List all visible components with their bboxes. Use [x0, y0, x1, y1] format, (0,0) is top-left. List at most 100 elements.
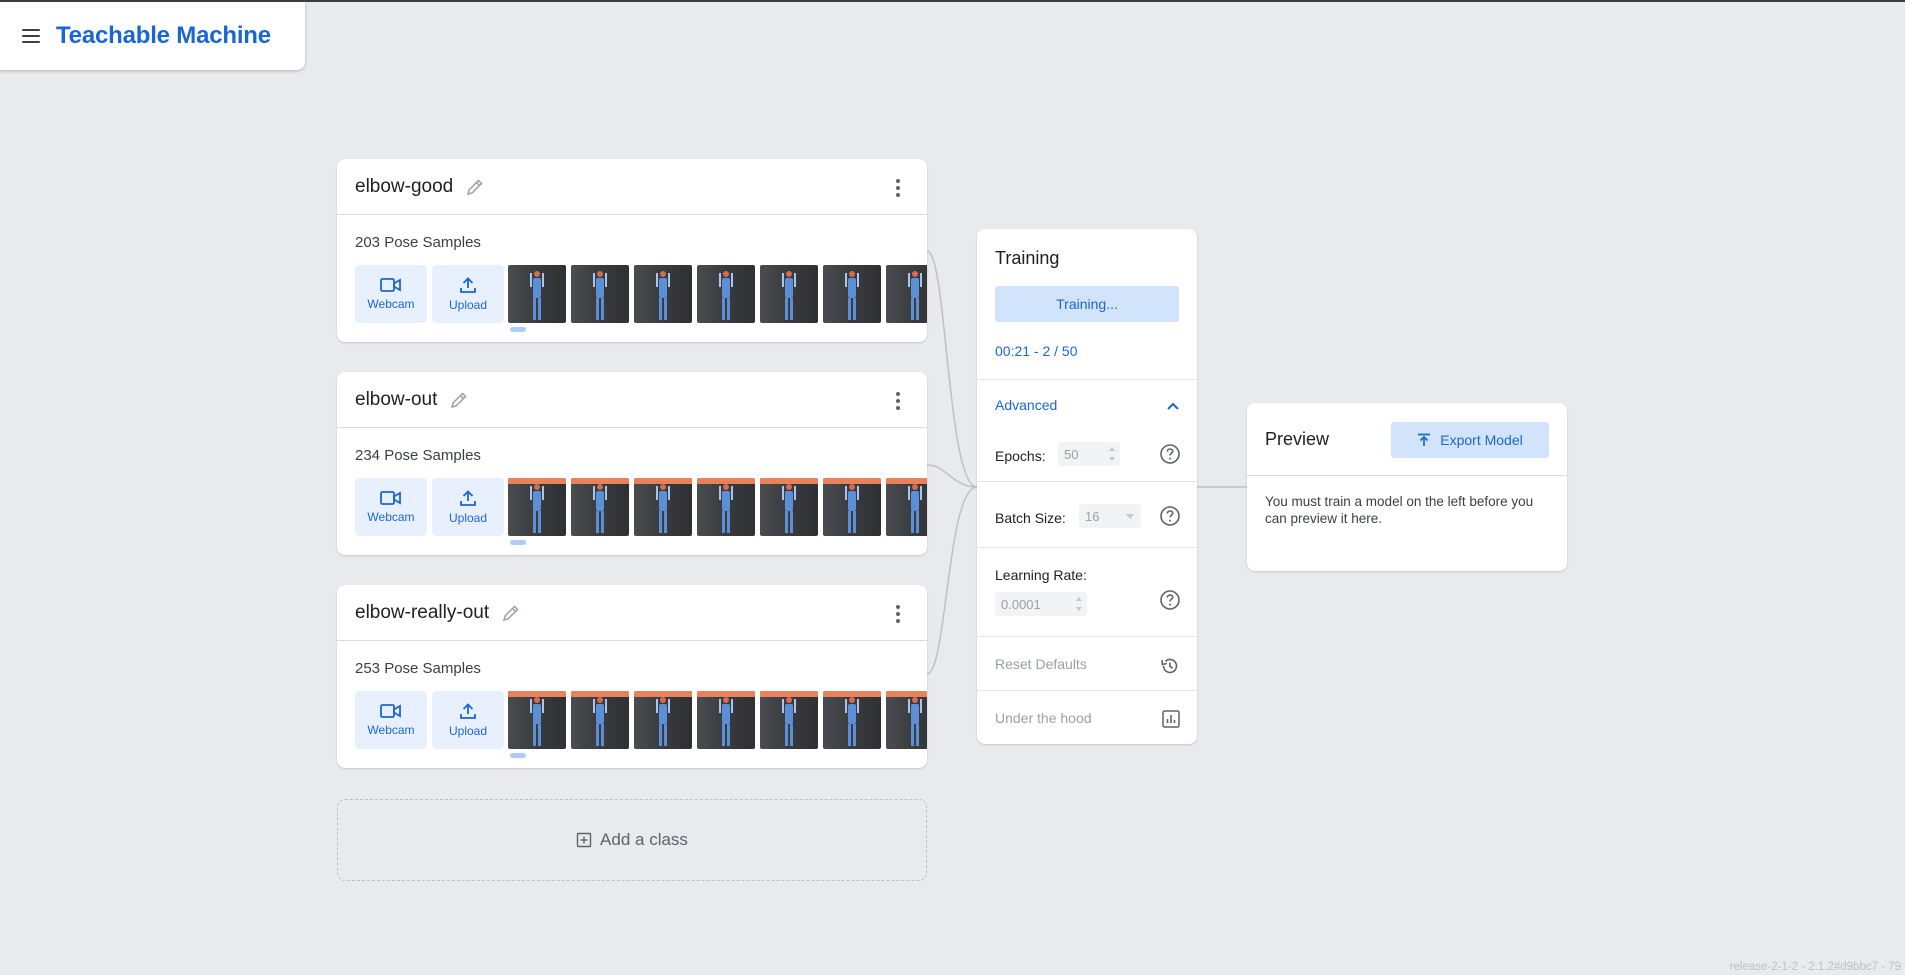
batch-size-value: 16	[1085, 508, 1100, 524]
edit-pencil-icon[interactable]	[465, 177, 485, 197]
pose-sample-thumbnail[interactable]	[823, 691, 881, 749]
pose-sample-thumbnail[interactable]	[634, 478, 692, 536]
class-name[interactable]: elbow-really-out	[355, 602, 489, 624]
learning-rate-help-icon[interactable]	[1159, 589, 1181, 611]
export-model-label: Export Model	[1440, 432, 1523, 448]
sample-count: 234 Pose Samples	[355, 447, 481, 464]
upload-button[interactable]: Upload	[432, 478, 504, 536]
batch-size-label: Batch Size:	[995, 510, 1066, 526]
divider	[977, 481, 1197, 482]
advanced-toggle[interactable]: Advanced	[995, 397, 1057, 413]
epochs-label: Epochs:	[995, 448, 1046, 464]
edit-pencil-icon[interactable]	[449, 390, 469, 410]
pose-sample-thumbnail[interactable]	[697, 478, 755, 536]
class-name[interactable]: elbow-good	[355, 176, 453, 198]
videocam-icon	[380, 278, 401, 292]
reset-defaults-button[interactable]: Reset Defaults	[995, 656, 1087, 672]
webcam-button[interactable]: Webcam	[355, 691, 427, 749]
class-card-header: elbow-really-out	[337, 585, 927, 641]
training-title: Training	[995, 248, 1060, 268]
webcam-label: Webcam	[367, 510, 415, 524]
edit-pencil-icon[interactable]	[501, 603, 521, 623]
more-options-icon[interactable]	[895, 605, 901, 623]
preview-message: You must train a model on the left befor…	[1265, 494, 1534, 526]
pose-sample-thumbnail[interactable]	[508, 478, 566, 536]
pose-figure-image	[844, 484, 860, 534]
history-icon[interactable]	[1159, 655, 1181, 677]
hamburger-menu-icon[interactable]	[22, 29, 40, 43]
upload-button[interactable]: Upload	[432, 265, 504, 323]
epochs-help-icon[interactable]	[1159, 443, 1181, 465]
preview-title: Preview	[1265, 429, 1330, 449]
add-class-label: Add a class	[600, 830, 688, 849]
batch-size-select[interactable]: 16	[1079, 504, 1141, 528]
version-label: release-2-1-2 - 2.1.2#d9bbc7 - 79	[1729, 961, 1901, 973]
pose-sample-thumbnail[interactable]	[634, 691, 692, 749]
thumbnail-scrollbar[interactable]	[510, 540, 526, 545]
pose-sample-thumbnail[interactable]	[823, 265, 881, 323]
bar-chart-icon[interactable]	[1161, 709, 1181, 729]
pose-figure-image	[592, 271, 608, 321]
sample-thumbnail-strip[interactable]	[508, 691, 927, 749]
add-class-button[interactable]: Add a class	[337, 799, 927, 881]
train-model-button[interactable]: Training...	[995, 286, 1179, 322]
webcam-label: Webcam	[367, 723, 415, 737]
pose-figure-image	[655, 271, 671, 321]
training-panel: Training Training... 00:21 - 2 / 50 Adva…	[977, 229, 1197, 744]
learning-rate-label: Learning Rate:	[995, 567, 1087, 583]
pose-sample-thumbnail[interactable]	[760, 478, 818, 536]
pose-figure-image	[655, 484, 671, 534]
upload-icon	[460, 490, 476, 506]
pose-sample-thumbnail[interactable]	[571, 265, 629, 323]
upload-button[interactable]: Upload	[432, 691, 504, 749]
pose-sample-thumbnail[interactable]	[886, 691, 927, 749]
divider	[977, 547, 1197, 548]
upload-label: Upload	[448, 724, 488, 738]
pose-figure-image	[655, 697, 671, 747]
learning-rate-input[interactable]: 0.0001	[995, 592, 1087, 616]
upload-label: Upload	[448, 511, 488, 525]
videocam-icon	[380, 491, 401, 505]
webcam-button[interactable]: Webcam	[355, 265, 427, 323]
pose-sample-thumbnail[interactable]	[634, 265, 692, 323]
pose-sample-thumbnail[interactable]	[823, 478, 881, 536]
webcam-label: Webcam	[367, 297, 415, 311]
pose-sample-thumbnail[interactable]	[697, 265, 755, 323]
pose-sample-thumbnail[interactable]	[508, 265, 566, 323]
pose-figure-image	[907, 697, 923, 747]
pose-sample-thumbnail[interactable]	[571, 691, 629, 749]
class-card: elbow-out 234 Pose Samples Webcam Upload	[337, 372, 927, 555]
app-title[interactable]: Teachable Machine	[56, 22, 271, 50]
divider	[977, 690, 1197, 691]
class-card: elbow-good 203 Pose Samples Webcam Upload	[337, 159, 927, 342]
pose-sample-thumbnail[interactable]	[508, 691, 566, 749]
pose-sample-thumbnail[interactable]	[886, 478, 927, 536]
pose-sample-thumbnail[interactable]	[760, 265, 818, 323]
pose-figure-image	[529, 271, 545, 321]
pose-figure-image	[529, 697, 545, 747]
thumbnail-scrollbar[interactable]	[510, 753, 526, 758]
preview-header: Preview Export Model	[1247, 403, 1567, 476]
epochs-input[interactable]: 50	[1058, 442, 1120, 466]
pose-figure-image	[907, 484, 923, 534]
thumbnail-scrollbar[interactable]	[510, 327, 526, 332]
learning-rate-stepper-icon[interactable]	[1076, 597, 1082, 611]
sample-thumbnail-strip[interactable]	[508, 478, 927, 536]
export-model-button[interactable]: Export Model	[1391, 422, 1549, 458]
more-options-icon[interactable]	[895, 179, 901, 197]
batch-size-help-icon[interactable]	[1159, 505, 1181, 527]
epochs-stepper-icon[interactable]	[1109, 447, 1115, 461]
more-options-icon[interactable]	[895, 392, 901, 410]
webcam-button[interactable]: Webcam	[355, 478, 427, 536]
sample-thumbnail-strip[interactable]	[508, 265, 927, 323]
under-the-hood-button[interactable]: Under the hood	[995, 710, 1092, 726]
chevron-up-icon[interactable]	[1165, 398, 1181, 414]
pose-sample-thumbnail[interactable]	[760, 691, 818, 749]
videocam-icon	[380, 704, 401, 718]
pose-sample-thumbnail[interactable]	[886, 265, 927, 323]
pose-figure-image	[781, 697, 797, 747]
pose-sample-thumbnail[interactable]	[697, 691, 755, 749]
class-name[interactable]: elbow-out	[355, 389, 437, 411]
pose-sample-thumbnail[interactable]	[571, 478, 629, 536]
class-card-header: elbow-out	[337, 372, 927, 428]
